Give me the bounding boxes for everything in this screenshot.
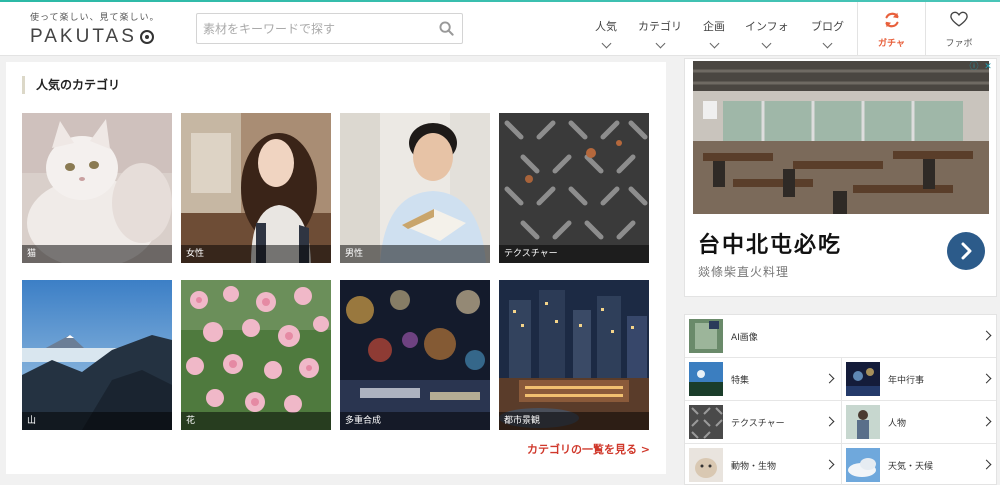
category-item-label: 年中行事 — [888, 376, 925, 386]
category-tile-cat[interactable]: 猫 — [22, 113, 172, 263]
refresh-icon — [885, 12, 898, 28]
category-tile-texture[interactable]: テクスチャー — [499, 113, 649, 263]
category-item-label: 特集 — [731, 376, 750, 386]
category-tile-cityscape[interactable]: 都市景観 — [499, 280, 649, 430]
tile-caption: テクスチャー — [499, 245, 649, 263]
flower-photo — [181, 280, 331, 430]
popular-categories-card: 人気のカテゴリ 猫 女性 男性 テクスチャー 山 花 多重合成 都市景観 カテゴ… — [6, 62, 666, 474]
tile-caption: 花 — [181, 412, 331, 430]
cat-photo — [22, 113, 172, 263]
category-tile-flower[interactable]: 花 — [181, 280, 331, 430]
multiple-exposure-photo — [340, 280, 490, 430]
texture-photo — [499, 113, 649, 263]
logo-o-mark-icon — [139, 30, 154, 44]
favorite-button[interactable]: ファボ — [925, 2, 992, 56]
ad-title: 台中北屯必吃 — [698, 233, 843, 258]
site-logo[interactable]: 使って楽しい、見て楽しい。 PAKUTAS — [30, 10, 170, 48]
category-tile-man[interactable]: 男性 — [340, 113, 490, 263]
chevron-down-icon — [761, 38, 772, 49]
tile-caption: 男性 — [340, 245, 490, 263]
chevron-down-icon — [655, 38, 665, 49]
nav-blog[interactable]: ブログ — [811, 18, 844, 49]
category-item-label: テクスチャー — [731, 419, 785, 429]
tile-caption: 女性 — [181, 245, 331, 263]
category-list-link[interactable]: カテゴリの一覧を見る > — [527, 441, 650, 457]
heart-icon — [950, 11, 968, 27]
gacha-label: ガチャ — [878, 39, 905, 49]
category-tile-multiple-exposure[interactable]: 多重合成 — [340, 280, 490, 430]
gacha-button[interactable]: ガチャ — [857, 2, 925, 56]
nav-popular[interactable]: 人気 — [595, 18, 617, 49]
chevron-right-icon — [824, 459, 835, 470]
man-photo — [340, 113, 490, 263]
chevron-right-icon — [981, 330, 992, 341]
category-sidebar-list: AI画像 特集 年中行事 テクスチャー 人物 動物・生物 天気・天候 — [684, 314, 997, 485]
nav-project[interactable]: 企画 — [703, 18, 725, 49]
cityscape-photo — [499, 280, 649, 430]
ad-banner[interactable]: ⓘ ✕ 台中北屯必吃 燚條柴直火料理 — [684, 58, 997, 297]
chevron-right-icon — [981, 373, 992, 384]
mountain-photo — [22, 280, 172, 430]
chevron-right-icon — [981, 459, 992, 470]
category-item-animals[interactable]: 動物・生物 — [685, 444, 841, 485]
category-item-texture[interactable]: テクスチャー — [685, 401, 841, 444]
nav-category[interactable]: カテゴリ — [638, 18, 682, 49]
favorite-label: ファボ — [945, 39, 973, 49]
restaurant-photo — [693, 61, 989, 214]
ad-info-icon[interactable]: ⓘ — [968, 61, 980, 73]
category-item-annual-events[interactable]: 年中行事 — [842, 358, 998, 401]
category-item-feature[interactable]: 特集 — [685, 358, 841, 401]
annual-events-thumb — [846, 362, 880, 396]
logo-tagline: 使って楽しい、見て楽しい。 — [30, 13, 160, 23]
chevron-right-icon — [824, 416, 835, 427]
search-icon[interactable] — [439, 21, 454, 36]
search-input[interactable] — [197, 14, 427, 43]
chevron-down-icon — [601, 38, 611, 49]
chevron-down-icon — [709, 38, 719, 49]
nav-info[interactable]: インフォ — [745, 18, 789, 49]
category-item-label: 人物 — [888, 419, 907, 429]
chevron-right-icon — [981, 416, 992, 427]
column-divider — [841, 358, 842, 485]
site-header: 使って楽しい、見て楽しい。 PAKUTAS 人気 カテゴリ 企画 インフォ ブロ… — [0, 2, 1000, 56]
weather-thumb — [846, 448, 880, 482]
tile-caption: 山 — [22, 412, 172, 430]
chevron-right-icon — [961, 242, 972, 260]
category-item-label: AI画像 — [731, 333, 758, 343]
category-item-weather[interactable]: 天気・天候 — [842, 444, 998, 485]
tile-caption: 猫 — [22, 245, 172, 263]
category-item-label: 動物・生物 — [731, 462, 777, 472]
tile-caption: 多重合成 — [340, 412, 490, 430]
category-tile-mountain[interactable]: 山 — [22, 280, 172, 430]
logo-text: PAKUTAS — [30, 26, 137, 47]
category-item-ai-image[interactable]: AI画像 — [685, 315, 998, 358]
ad-open-button[interactable] — [947, 232, 985, 270]
category-item-people[interactable]: 人物 — [842, 401, 998, 444]
search-box — [196, 13, 463, 44]
people-thumb — [846, 405, 880, 439]
chevron-right-icon — [824, 373, 835, 384]
ad-subtitle: 燚條柴直火料理 — [698, 265, 790, 279]
animals-thumb — [689, 448, 723, 482]
ai-image-thumb — [689, 319, 723, 353]
texture-thumb — [689, 405, 723, 439]
chevron-down-icon — [822, 38, 833, 49]
tile-caption: 都市景観 — [499, 412, 649, 430]
ad-close-icon[interactable]: ✕ — [982, 61, 994, 73]
section-title: 人気のカテゴリ — [22, 76, 120, 94]
category-item-label: 天気・天候 — [888, 462, 934, 472]
category-tile-woman[interactable]: 女性 — [181, 113, 331, 263]
feature-thumb — [689, 362, 723, 396]
woman-photo — [181, 113, 331, 263]
